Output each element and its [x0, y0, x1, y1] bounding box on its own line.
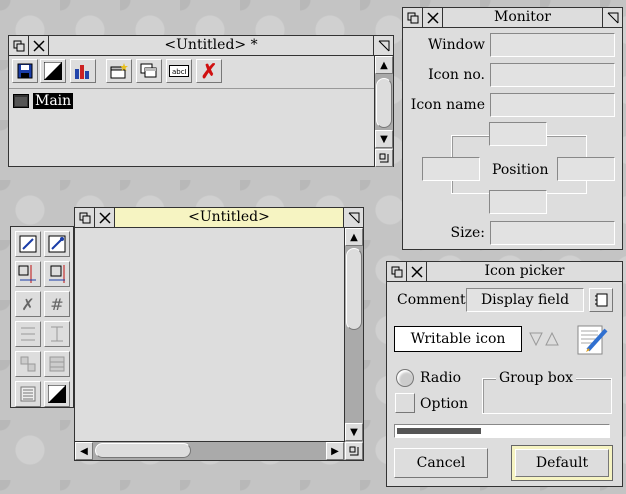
icon-name-label: Icon name [410, 97, 485, 113]
h-scroll-thumb[interactable] [95, 443, 191, 458]
toggle-size-icon[interactable] [343, 208, 363, 227]
icon-no-field [490, 63, 615, 87]
resize-grid-icon [15, 351, 41, 377]
default-label: Default [535, 455, 589, 471]
resize-icon[interactable] [375, 149, 393, 167]
vertical-scrollbar[interactable]: ▲ ▼ [374, 56, 393, 167]
colour-icon[interactable] [40, 59, 66, 83]
window-field [490, 33, 615, 57]
grid-icon: # [44, 291, 70, 317]
position-top-field [489, 122, 547, 146]
toolbar: abcI ✗ [9, 56, 375, 89]
progress-fill [397, 428, 481, 434]
window-title: <Untitled> * [49, 36, 373, 55]
scroll-left-icon[interactable]: ◀ [75, 442, 93, 460]
spread-left-icon [15, 321, 41, 347]
title-bar[interactable]: <Untitled> [75, 208, 363, 228]
back-icon[interactable] [9, 36, 29, 55]
link-icon[interactable] [15, 231, 41, 257]
window-label: Window [427, 37, 485, 53]
display-field: Display field [466, 288, 584, 312]
display-field-text: Display field [480, 292, 570, 308]
work-area[interactable] [75, 228, 345, 442]
resize-icon[interactable] [345, 442, 363, 460]
adjuster-arrows-icon[interactable] [528, 330, 560, 352]
size-label: Size: [450, 225, 485, 241]
icon-picker-window: Icon picker Comment Display field Writab… [386, 261, 623, 487]
icon-no-label: Icon no. [428, 67, 485, 83]
position-bottom-field [489, 190, 547, 214]
scroll-down-icon[interactable]: ▼ [375, 130, 393, 148]
option-checkbox[interactable] [395, 393, 415, 413]
align-horizontal-icon[interactable] [15, 261, 41, 287]
size-field [490, 221, 615, 245]
position-label: Position [490, 162, 551, 178]
back-icon[interactable] [403, 8, 423, 27]
option-label: Option [420, 396, 468, 412]
notepad-icon[interactable] [576, 324, 610, 362]
scroll-up-icon[interactable]: ▲ [345, 228, 363, 246]
scroll-down-icon[interactable]: ▼ [345, 423, 363, 441]
close-icon[interactable] [407, 262, 427, 281]
tree-item-label: Main [33, 93, 74, 109]
cancel-label: Cancel [416, 455, 466, 471]
position-left-field [422, 157, 480, 181]
colour-swatch-icon[interactable] [44, 381, 70, 407]
horizontal-scrollbar[interactable]: ◀ ▶ [75, 441, 345, 460]
default-button[interactable]: Default [511, 445, 613, 481]
scroll-up-icon[interactable]: ▲ [375, 56, 393, 74]
delete-icon[interactable]: ✗ [196, 59, 222, 83]
monitor-window: Monitor Window Icon no. Icon name Positi… [402, 7, 623, 250]
scroll-right-icon[interactable]: ▶ [326, 442, 344, 460]
untitled-window-main: <Untitled> * abcI ✗ Main ▲ ▼ [8, 35, 394, 167]
svg-text:abcI: abcI [172, 68, 187, 76]
title-bar[interactable]: Monitor [403, 8, 622, 28]
align-vertical-icon[interactable] [44, 261, 70, 287]
save-icon[interactable] [12, 59, 38, 83]
back-icon[interactable] [75, 208, 95, 227]
toggle-size-icon[interactable] [373, 36, 393, 55]
spread-vertical-icon [44, 321, 70, 347]
bar-chart-icon[interactable] [70, 59, 96, 83]
table-icon [44, 351, 70, 377]
window-title: Monitor [443, 8, 602, 27]
writable-icon-text: Writable icon [410, 331, 506, 347]
window-icon [13, 94, 29, 108]
scroll-thumb[interactable] [376, 78, 392, 128]
scroll-thumb[interactable] [346, 248, 362, 330]
close-icon[interactable] [423, 8, 443, 27]
popup-menu-icon[interactable] [589, 288, 613, 312]
vertical-scrollbar[interactable]: ▲ ▼ [344, 228, 363, 442]
component-palette: ✗ # [10, 226, 74, 408]
progress-bar [394, 424, 610, 438]
tree-item-main[interactable]: Main [13, 92, 74, 110]
group-box-label: Group box [496, 370, 577, 386]
position-right-field [557, 157, 615, 181]
copy-windows-icon[interactable] [136, 59, 162, 83]
writable-field-icon[interactable]: abcI [166, 59, 192, 83]
untitled-window-edit: <Untitled> ▲ ▼ ◀ ▶ [74, 207, 364, 461]
back-icon[interactable] [387, 262, 407, 281]
radio-button[interactable] [396, 369, 414, 387]
window-title: Icon picker [427, 262, 622, 281]
window-title: <Untitled> [115, 208, 343, 227]
edit-link-icon[interactable] [44, 231, 70, 257]
writable-icon-field[interactable]: Writable icon [394, 326, 522, 352]
new-window-icon[interactable] [106, 59, 132, 83]
icon-name-field [490, 93, 615, 117]
close-icon[interactable] [29, 36, 49, 55]
toggle-size-icon[interactable] [602, 8, 622, 27]
title-bar[interactable]: Icon picker [387, 262, 622, 282]
cross-icon: ✗ [15, 291, 41, 317]
comment-label: Comment [397, 292, 466, 308]
radio-label: Radio [420, 370, 462, 386]
cancel-button[interactable]: Cancel [394, 448, 488, 478]
title-bar[interactable]: <Untitled> * [9, 36, 393, 56]
close-icon[interactable] [95, 208, 115, 227]
list-icon[interactable] [15, 381, 41, 407]
